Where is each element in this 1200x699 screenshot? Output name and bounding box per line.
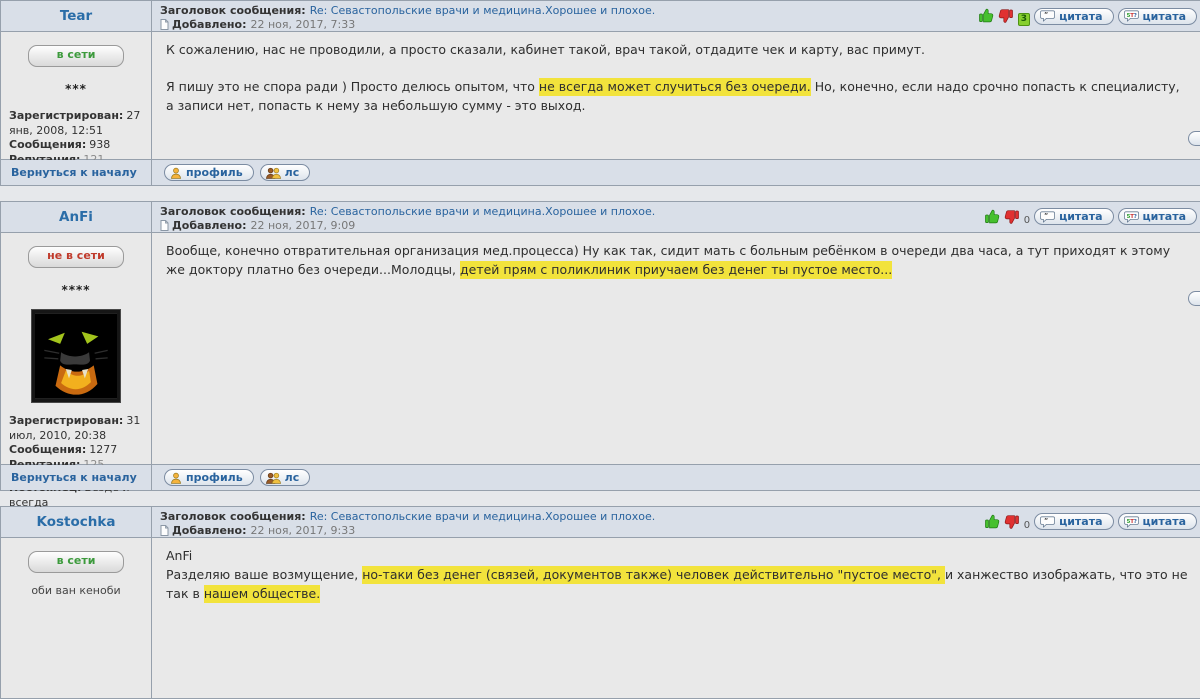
registered-info: Зарегистрирован: 31 июл, 2010, 20:38: [9, 414, 141, 442]
person-icon: [170, 167, 182, 179]
forum-post: AnFi Заголовок сообщения: Re: Севастополь…: [0, 201, 1200, 523]
added-label: Добавлено:: [172, 18, 247, 31]
profile-button[interactable]: профиль: [164, 164, 254, 181]
thumb-up-icon[interactable]: [984, 209, 1000, 225]
post-message: Вообще, конечно отвратительная организац…: [166, 242, 1189, 280]
multiquote-icon: [1123, 515, 1139, 528]
highlighted-text: нашем обществе.: [203, 585, 321, 601]
thumb-down-icon[interactable]: [998, 8, 1014, 24]
post-author[interactable]: AnFi: [1, 202, 151, 232]
vote-count: 0: [1023, 215, 1031, 226]
post-page-icon: [160, 19, 169, 30]
report-button[interactable]: !: [1188, 291, 1200, 306]
thumb-down-icon[interactable]: [1004, 514, 1020, 530]
subject-link[interactable]: Re: Севастопольские врачи и медицина.Хор…: [310, 4, 656, 17]
post-footer-actions: профиль лс: [152, 465, 1200, 490]
multiquote-button[interactable]: цитата: [1117, 7, 1197, 25]
message-text: AnFi: [166, 548, 193, 563]
quote-icon: [1040, 10, 1056, 22]
quote-icon: [1040, 515, 1056, 528]
user-title: оби ван кеноби: [31, 583, 121, 597]
quote-button[interactable]: цитата: [1034, 513, 1114, 530]
added-label: Добавлено:: [172, 524, 247, 537]
post-header: Заголовок сообщения: Re: Севастопольские …: [152, 507, 1200, 537]
rank-stars: ***: [65, 81, 87, 96]
back-to-top-link[interactable]: Вернуться к началу: [11, 471, 137, 484]
private-message-button[interactable]: лс: [259, 469, 311, 486]
message-text: Я пишу это не спора ради ) Просто делюсь…: [166, 78, 539, 94]
subject-label: Заголовок сообщения:: [160, 205, 306, 218]
back-to-top-cell: Вернуться к началу: [1, 465, 151, 490]
rank-stars: ****: [61, 282, 91, 297]
messages-info: Сообщения: 938: [9, 138, 111, 152]
person-icon: [170, 472, 182, 484]
online-status-badge: не в сети: [28, 246, 124, 268]
message-text: Разделяю ваше возмущение,: [166, 566, 363, 582]
multiquote-icon: [1123, 10, 1139, 22]
post-author[interactable]: Tear: [1, 1, 151, 31]
author-profile-panel: в сети *** Зарегистрирован: 27 янв, 2008,…: [1, 32, 151, 166]
subject-link[interactable]: Re: Севастопольские врачи и медицина.Хор…: [310, 205, 656, 218]
author-profile-panel: не в сети **** Зарегистрирован: 31 июл, 2…: [1, 233, 151, 523]
added-value: 22 ноя, 2017, 9:33: [250, 524, 356, 537]
two-persons-icon: [265, 472, 281, 484]
avatar: [31, 309, 121, 404]
post-message: К сожалению, нас не проводили, а просто …: [166, 41, 1189, 115]
multiquote-button[interactable]: цитата: [1117, 208, 1197, 225]
author-profile-panel: в сети оби ван кеноби: [1, 538, 151, 698]
highlighted-text: но-таки без денег (связей, документов та…: [362, 566, 945, 582]
vote-count: 0: [1023, 520, 1031, 531]
forum-post: Kostochka Заголовок сообщения: Re: Севаст…: [0, 506, 1200, 699]
messages-info: Сообщения: 1277: [9, 443, 118, 457]
post-header: Заголовок сообщения: Re: Севастопольские …: [152, 202, 1200, 232]
highlighted-text: не всегда может случиться без очереди.: [538, 78, 811, 94]
quote-button[interactable]: цитата: [1034, 7, 1114, 25]
post-message-cell: К сожалению, нас не проводили, а просто …: [152, 32, 1200, 159]
quote-button[interactable]: цитата: [1034, 208, 1114, 225]
post-page-icon: [160, 525, 169, 536]
post-actions: 0 цитата цитата: [984, 512, 1197, 531]
post-message-cell: Вообще, конечно отвратительная организац…: [152, 233, 1200, 464]
back-to-top-cell: Вернуться к началу: [1, 160, 151, 185]
forum-post: Tear Заголовок сообщения: Re: Севастополь…: [0, 0, 1200, 186]
vote-count-badge: 3: [1017, 13, 1031, 26]
profile-button[interactable]: профиль: [164, 469, 254, 486]
post-message-cell: AnFi Разделяю ваше возмущение, но-таки бе…: [152, 538, 1200, 698]
subject-link[interactable]: Re: Севастопольские врачи и медицина.Хор…: [310, 510, 656, 523]
private-message-button[interactable]: лс: [259, 164, 311, 181]
post-message: AnFi Разделяю ваше возмущение, но-таки бе…: [166, 547, 1189, 603]
added-label: Добавлено:: [172, 219, 247, 232]
subject-label: Заголовок сообщения:: [160, 510, 306, 523]
post-actions: 3 цитата цитата: [978, 6, 1197, 26]
online-status-badge: в сети: [28, 45, 124, 67]
online-status-badge: в сети: [28, 551, 124, 573]
added-value: 22 ноя, 2017, 9:09: [250, 219, 356, 232]
thumb-up-icon[interactable]: [984, 514, 1000, 530]
thumb-up-icon[interactable]: [978, 8, 994, 24]
registered-info: Зарегистрирован: 27 янв, 2008, 12:51: [9, 109, 141, 137]
subject-label: Заголовок сообщения:: [160, 4, 306, 17]
highlighted-text: детей прям с поликлиник приучаем без ден…: [460, 261, 893, 277]
quote-icon: [1040, 210, 1056, 223]
post-header: Заголовок сообщения: Re: Севастопольские …: [152, 1, 1200, 31]
two-persons-icon: [265, 167, 281, 179]
message-text: К сожалению, нас не проводили, а просто …: [166, 42, 925, 57]
post-page-icon: [160, 220, 169, 231]
post-footer-actions: профиль лс: [152, 160, 1200, 185]
multiquote-button[interactable]: цитата: [1117, 513, 1197, 530]
thumb-down-icon[interactable]: [1004, 209, 1020, 225]
post-actions: 0 цитата цитата: [984, 207, 1197, 226]
report-button[interactable]: !: [1188, 131, 1200, 146]
added-value: 22 ноя, 2017, 7:33: [250, 18, 356, 31]
post-author[interactable]: Kostochka: [1, 507, 151, 537]
back-to-top-link[interactable]: Вернуться к началу: [11, 166, 137, 179]
multiquote-icon: [1123, 210, 1139, 223]
